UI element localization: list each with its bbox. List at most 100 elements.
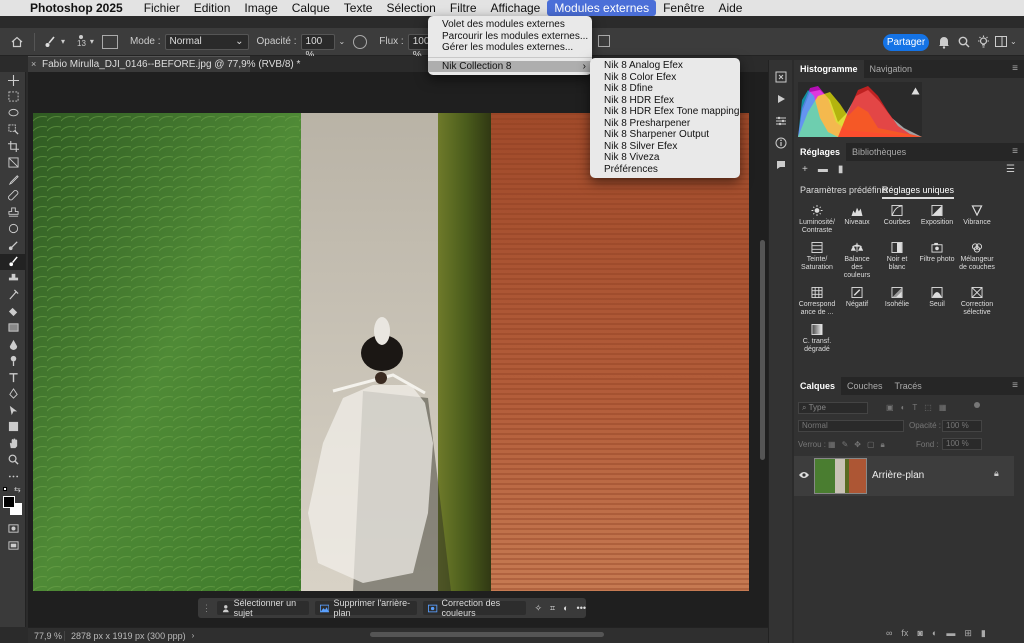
- filter-pixel-icon[interactable]: ▣: [886, 403, 894, 412]
- menu-item-nik-analog-efex[interactable]: Nik 8 Analog Efex: [590, 60, 740, 72]
- tab-bibliotheques[interactable]: Bibliothèques: [846, 143, 912, 161]
- healing-brush-tool-icon[interactable]: [0, 188, 26, 205]
- filter-shape-icon[interactable]: ⬚: [924, 403, 932, 412]
- menu-item-nik-hdr-efex[interactable]: Nik 8 HDR Efex: [590, 95, 740, 107]
- subtab-presets[interactable]: Paramètres prédéfinis: [800, 185, 888, 195]
- quick-mask-icon[interactable]: [0, 521, 26, 538]
- subtab-single-adjustments[interactable]: Réglages uniques: [882, 185, 955, 199]
- blur-tool-icon[interactable]: [0, 336, 26, 353]
- foreground-color-swatch[interactable]: [3, 495, 15, 508]
- adj-hue-saturation[interactable]: Teinte/ Saturation: [798, 242, 836, 280]
- adj-color-balance[interactable]: Balance des couleurs: [838, 242, 876, 280]
- link-icon[interactable]: ∞: [886, 628, 892, 639]
- drag-handle-icon[interactable]: ⋮: [202, 603, 211, 614]
- object-select-tool-icon[interactable]: [0, 122, 26, 139]
- more-tools-icon[interactable]: [0, 468, 26, 485]
- menu-item-nik-presharpener[interactable]: Nik 8 Presharpener: [590, 118, 740, 130]
- text-tool-icon[interactable]: [0, 369, 26, 386]
- adj-gradient-map[interactable]: C. transf. dégradé: [798, 324, 836, 354]
- info-panel-icon[interactable]: [769, 132, 793, 154]
- menu-texte[interactable]: Texte: [337, 0, 380, 16]
- adj-channel-mixer[interactable]: Mélangeur de couches: [958, 242, 996, 280]
- patch-tool-icon[interactable]: [0, 237, 26, 254]
- menu-item-browse-plugins[interactable]: Parcourir les modules externes...: [428, 31, 592, 43]
- color-swatches[interactable]: ⇆: [0, 485, 25, 521]
- adj-curves[interactable]: Courbes: [878, 205, 916, 235]
- adj-exposure[interactable]: Exposition: [918, 205, 956, 235]
- path-select-tool-icon[interactable]: [0, 402, 26, 419]
- fx-icon[interactable]: fx: [901, 628, 908, 639]
- transform-icon[interactable]: ⌗: [550, 603, 555, 614]
- more-options-icon[interactable]: •••: [577, 603, 586, 613]
- menu-item-nik-hdr-tone-mapping[interactable]: Nik 8 HDR Efex Tone mapping: [590, 106, 740, 118]
- adj-invert[interactable]: Négatif: [838, 287, 876, 317]
- eraser-tool-icon[interactable]: [0, 303, 26, 320]
- dodge-tool-icon[interactable]: [0, 353, 26, 370]
- delete-layer-icon[interactable]: ▮: [981, 628, 986, 639]
- art-history-brush-tool-icon[interactable]: [0, 287, 26, 304]
- adj-levels[interactable]: Niveaux: [838, 205, 876, 235]
- vertical-scrollbar[interactable]: [760, 240, 765, 460]
- fill-input[interactable]: 100 %: [942, 438, 982, 450]
- add-icon[interactable]: +: [802, 164, 808, 175]
- symmetry-icon[interactable]: [598, 35, 610, 47]
- menu-calque[interactable]: Calque: [285, 0, 337, 16]
- menu-item-nik-collection[interactable]: Nik Collection 8 ›: [428, 60, 592, 72]
- screen-mode-icon[interactable]: [0, 537, 26, 554]
- panel-menu-icon[interactable]: ≡: [1006, 377, 1024, 395]
- zoom-level[interactable]: 77,9 %: [28, 631, 64, 641]
- workspace-icon[interactable]: [995, 36, 1007, 50]
- gradient-tool-icon[interactable]: [0, 320, 26, 337]
- adj-black-white[interactable]: Noir et blanc: [878, 242, 916, 280]
- horizontal-scrollbar[interactable]: [370, 632, 604, 637]
- clone-stamp-tool-icon[interactable]: [0, 270, 26, 287]
- actions-play-icon[interactable]: [769, 88, 793, 110]
- pressure-opacity-icon[interactable]: [353, 34, 368, 49]
- lock-position-icon[interactable]: ✥: [854, 440, 861, 450]
- menu-filtre[interactable]: Filtre: [443, 0, 484, 16]
- menu-modules-externes[interactable]: Modules externes: [547, 0, 657, 16]
- properties-panel-icon[interactable]: [769, 110, 793, 132]
- panel-menu-icon[interactable]: ≡: [1006, 143, 1024, 161]
- brush-size-preset[interactable]: 13: [77, 35, 86, 48]
- menu-selection[interactable]: Sélection: [379, 0, 442, 16]
- panel-menu-icon[interactable]: ≡: [1006, 60, 1024, 78]
- adj-vibrance[interactable]: Vibrance: [958, 205, 996, 235]
- mask-icon[interactable]: ◙: [917, 628, 922, 639]
- filter-adjustment-icon[interactable]: ◐: [901, 403, 906, 412]
- lock-artboard-icon[interactable]: ▢: [867, 440, 875, 450]
- menu-item-nik-color-efex[interactable]: Nik 8 Color Efex: [590, 72, 740, 84]
- menu-item-nik-viveza[interactable]: Nik 8 Viveza: [590, 152, 740, 164]
- comments-panel-icon[interactable]: [769, 154, 793, 176]
- layer-opacity-input[interactable]: 100 %: [942, 420, 982, 432]
- close-tab-icon[interactable]: ×: [31, 57, 36, 72]
- menu-image[interactable]: Image: [237, 0, 284, 16]
- filter-toggle-icon[interactable]: [974, 402, 980, 408]
- workspace-chevron-icon[interactable]: ⌄: [1010, 37, 1017, 46]
- menu-item-nik-silver-efex[interactable]: Nik 8 Silver Efex: [590, 141, 740, 153]
- select-subject-button[interactable]: Sélectionner un sujet: [217, 598, 310, 618]
- adjust-icon[interactable]: ◐: [563, 603, 568, 613]
- menu-item-nik-sharpener-output[interactable]: Nik 8 Sharpener Output: [590, 129, 740, 141]
- adj-brightness-contrast[interactable]: Luminosité/ Contraste: [798, 205, 836, 235]
- status-arrow-icon[interactable]: ›: [192, 631, 195, 640]
- opacity-input[interactable]: 100 %: [300, 33, 335, 61]
- layer-row[interactable]: Arrière-plan 🔒︎: [794, 456, 1014, 496]
- lock-image-icon[interactable]: ✎: [842, 440, 849, 450]
- menu-affichage[interactable]: Affichage: [484, 0, 548, 16]
- eyedropper-tool-icon[interactable]: [0, 171, 26, 188]
- document-tab[interactable]: × Fabio Mirulla_DJI_0146--BEFORE.jpg @ 7…: [28, 56, 300, 72]
- menu-aide[interactable]: Aide: [711, 0, 749, 16]
- share-button[interactable]: Partager: [883, 34, 929, 51]
- menu-item-nik-dfine[interactable]: Nik 8 Dfine: [590, 83, 740, 95]
- search-icon[interactable]: [958, 36, 970, 51]
- history-brush-tool-icon[interactable]: [0, 221, 26, 238]
- menu-item-manage-plugins[interactable]: Gérer les modules externes...: [428, 42, 592, 54]
- lightbulb-icon[interactable]: [977, 35, 990, 51]
- pen-tool-icon[interactable]: [0, 386, 26, 403]
- tab-navigation[interactable]: Navigation: [864, 60, 919, 78]
- shape-tool-icon[interactable]: [0, 419, 26, 436]
- folder-icon[interactable]: ▬: [818, 164, 828, 175]
- magic-wand-icon[interactable]: ✧: [534, 603, 542, 614]
- adjustment-layer-icon[interactable]: ◐: [932, 628, 937, 639]
